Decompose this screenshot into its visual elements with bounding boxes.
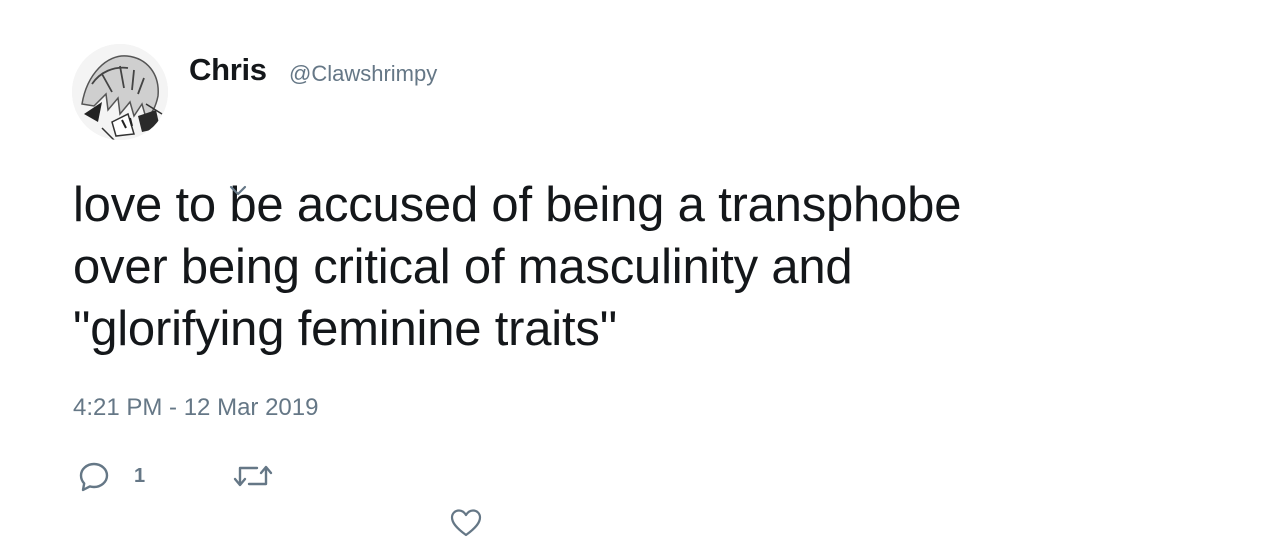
author-display-name[interactable]: Chris: [189, 52, 267, 88]
tweet-text-line: "glorifying feminine traits": [73, 302, 617, 356]
tweet-text-line: over being critical of masculinity and: [73, 240, 853, 294]
tweet-timestamp[interactable]: 4:21 PM - 12 Mar 2019: [73, 394, 318, 422]
retweet-button[interactable]: [232, 460, 274, 492]
tweet-text: love to be accused of being a transphobe…: [73, 174, 1153, 360]
avatar-image: [72, 44, 168, 140]
avatar[interactable]: [72, 44, 168, 140]
reply-button[interactable]: 1: [78, 460, 145, 492]
like-button[interactable]: [449, 507, 483, 539]
reply-icon: [78, 460, 110, 492]
heart-icon: [450, 509, 482, 537]
author-handle[interactable]: @Clawshrimpy: [289, 61, 437, 87]
chevron-down-icon[interactable]: [228, 184, 248, 198]
retweet-icon: [233, 465, 273, 487]
reply-count: 1: [134, 464, 146, 487]
